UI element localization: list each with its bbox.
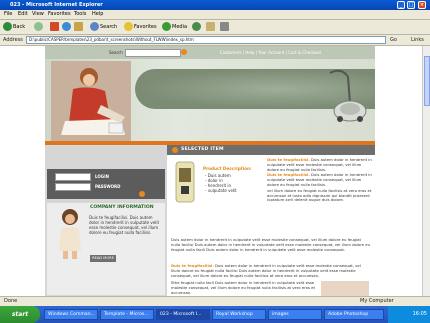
favorites-button[interactable]: Favorites xyxy=(124,22,157,32)
favorites-label: Favorites xyxy=(134,24,157,30)
coffee-machine-image[interactable] xyxy=(173,160,197,204)
star-icon xyxy=(124,22,133,31)
history-icon xyxy=(192,22,201,31)
zone-text: My Computer xyxy=(360,298,394,304)
menu-tools[interactable]: Tools xyxy=(74,11,86,18)
menu-file[interactable]: File xyxy=(4,11,12,18)
back-arrow-icon xyxy=(3,22,12,31)
start-button[interactable]: start xyxy=(0,306,40,323)
product-title: Product Description: xyxy=(203,166,252,171)
product-item: - vulputate velit xyxy=(205,188,237,193)
media-icon xyxy=(162,22,171,31)
print-button[interactable] xyxy=(220,22,230,32)
right-text-box: Duis te feugifacilisi. Duis autem dolor … xyxy=(267,157,373,238)
close-button[interactable]: × xyxy=(418,1,426,9)
minimize-button[interactable]: _ xyxy=(397,1,405,9)
menu-edit[interactable]: Edit xyxy=(18,11,28,18)
links-button[interactable]: Links xyxy=(411,36,424,44)
read-more-button[interactable]: READ MORE xyxy=(90,255,116,262)
back-label: Back xyxy=(13,24,26,30)
status-text: Done xyxy=(4,298,18,304)
taskbar-item[interactable]: Royal Workshop xyxy=(212,309,266,320)
system-tray-clock: 16:05 xyxy=(388,306,430,323)
right-para-text: vel illum dolore eu feugiat nulla facili… xyxy=(267,187,372,203)
girl-image xyxy=(59,209,81,259)
history-button[interactable] xyxy=(192,22,202,32)
maximize-button[interactable]: □ xyxy=(407,1,415,9)
toolbar: Back Search Favorites Media xyxy=(0,20,430,35)
selected-item-heading: SELECTED ITEM xyxy=(181,147,224,152)
product-panel: Product Description: - Duis autem - dolo… xyxy=(171,158,267,214)
right-paragraph: Duis te feugifacilisi. Duis autem dolor … xyxy=(267,172,373,187)
forward-arrow-icon xyxy=(34,22,43,31)
woman-on-phone-image xyxy=(51,61,131,141)
selected-item-bar: SELECTED ITEM xyxy=(167,145,375,155)
body-paragraph: Duis autem dolor in hendrerit in vulputa… xyxy=(171,237,370,252)
site-top-strip: Search Customers | Help | Your Account |… xyxy=(45,46,375,59)
window-title: 023 - Microsoft Internet Explorer xyxy=(10,2,103,8)
refresh-button[interactable] xyxy=(62,22,72,32)
menu-help[interactable]: Help xyxy=(92,11,103,18)
title-bar: 023 - Microsoft Internet Explorer _ □ × xyxy=(0,0,430,10)
address-label: Address xyxy=(3,37,23,43)
left-column: LOGIN PASSWORD COMPANY INFORMATION Duis … xyxy=(45,145,167,296)
page-viewport: Search Customers | Help | Your Account |… xyxy=(0,46,422,296)
media-button[interactable]: Media xyxy=(162,22,187,32)
taskbar-item[interactable]: 023 - Microsoft I... xyxy=(156,309,210,320)
login-label: LOGIN xyxy=(95,174,109,179)
taskbar-item[interactable]: Windows Comman... xyxy=(44,309,98,320)
home-icon xyxy=(74,22,83,31)
mail-icon xyxy=(206,22,215,31)
menu-bar: File Edit View Favorites Tools Help xyxy=(0,10,430,20)
right-paragraph: vel illum dolore eu feugiat nulla facili… xyxy=(267,187,373,203)
hero-banner xyxy=(45,59,375,141)
stop-icon xyxy=(50,22,59,31)
body-paragraph: Duis te feugifacilisi. Duis autem dolor … xyxy=(171,263,371,278)
menu-favorites[interactable]: Favorites xyxy=(48,11,71,18)
site-top-links[interactable]: Customers | Help | Your Account | Cart &… xyxy=(220,50,321,55)
site-search-label: Search xyxy=(109,50,123,55)
taskbar-item[interactable]: Adobe Photoshop xyxy=(324,309,384,320)
refresh-icon xyxy=(62,22,71,31)
go-button[interactable]: Go xyxy=(390,36,410,44)
site-search-input[interactable] xyxy=(125,49,181,57)
website: Search Customers | Help | Your Account |… xyxy=(45,46,375,296)
address-input[interactable]: D:\public\CASPER\templates\23_pdbar\t_sc… xyxy=(26,36,386,44)
home-button[interactable] xyxy=(74,22,84,32)
address-bar: Address D:\public\CASPER\templates\23_pd… xyxy=(0,35,430,46)
search-button[interactable]: Search xyxy=(90,22,117,32)
vertical-scrollbar[interactable] xyxy=(422,46,430,296)
right-paragraph: Duis te feugifacilisi. Duis autem dolor … xyxy=(267,157,373,172)
body-paragraph: Sthe feugiat nulla facil Duis autem dolo… xyxy=(171,280,315,295)
taskbar-item[interactable]: images xyxy=(268,309,322,320)
company-heading: COMPANY INFORMATION xyxy=(90,205,154,210)
password-label: PASSWORD xyxy=(95,184,121,189)
forward-button[interactable] xyxy=(34,22,44,32)
mail-button[interactable] xyxy=(206,22,216,32)
menu-view[interactable]: View xyxy=(32,11,44,18)
back-button[interactable]: Back xyxy=(3,22,25,32)
media-label: Media xyxy=(172,24,188,30)
login-box: LOGIN PASSWORD xyxy=(47,169,165,199)
company-info-box: COMPANY INFORMATION Duis te feugifacilis… xyxy=(47,203,165,295)
password-input[interactable] xyxy=(55,183,91,191)
vacuum-cleaner-image xyxy=(329,69,367,122)
taskbar-item[interactable]: Template - Micros... xyxy=(100,309,154,320)
status-bar: Done My Computer xyxy=(0,296,430,306)
search-icon xyxy=(90,22,99,31)
login-input[interactable] xyxy=(55,173,91,181)
search-label: Search xyxy=(100,24,118,30)
stop-button[interactable] xyxy=(50,22,60,32)
bullet-icon xyxy=(172,147,178,153)
site-search-go-button[interactable] xyxy=(181,49,187,55)
scrollbar-thumb[interactable] xyxy=(424,56,430,106)
company-text: Duis te feugifacilisi. Duis autem dolor … xyxy=(89,215,160,235)
printer-icon xyxy=(220,22,229,31)
product-thumbnail-image xyxy=(321,281,369,296)
login-go-button[interactable] xyxy=(139,191,145,197)
